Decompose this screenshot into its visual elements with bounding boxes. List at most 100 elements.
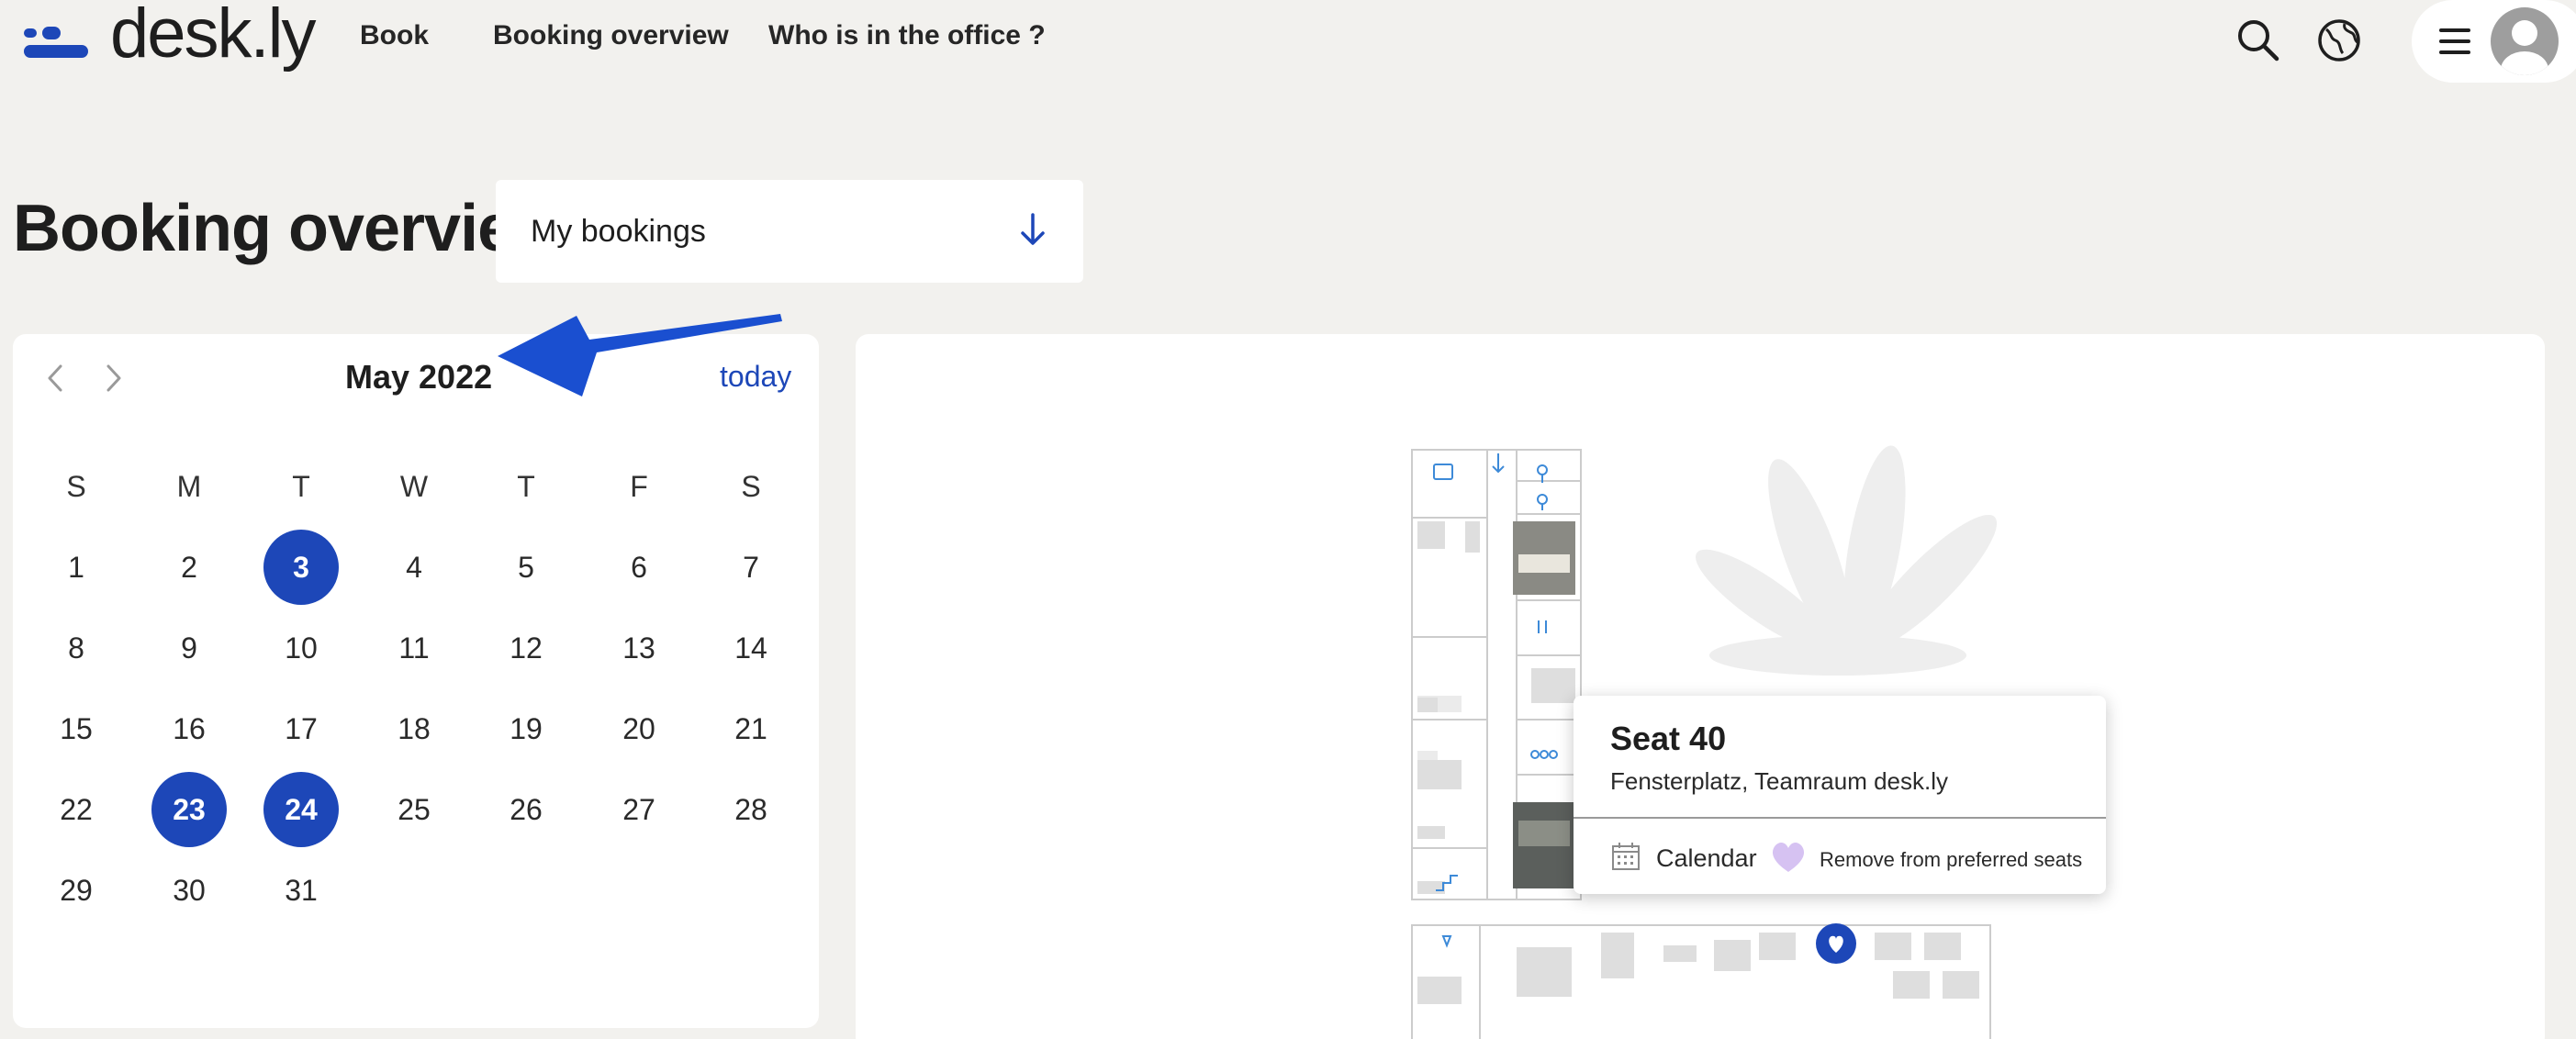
calendar-day-number: 13 [622, 631, 655, 665]
leaf-watermark-icon [1696, 445, 1998, 676]
calendar-day-number: 4 [406, 550, 422, 584]
remove-preferred-label: Remove from preferred seats [1820, 847, 2083, 871]
calendar-day[interactable]: 15 [20, 688, 132, 769]
nav-who-is-in-office[interactable]: Who is in the office ? [768, 20, 1046, 51]
calendar-day[interactable]: 26 [470, 769, 582, 850]
weekday-label: T [517, 470, 535, 503]
calendar-day[interactable]: 25 [358, 769, 470, 850]
calendar-day-number: 27 [622, 792, 655, 826]
calendar-day[interactable]: 14 [695, 608, 807, 688]
calendar-day-booked[interactable]: 23 [133, 769, 245, 850]
calendar-icon [1610, 841, 1641, 877]
calendar-day-number: 14 [734, 631, 767, 665]
remove-preferred-seat-button[interactable]: Remove from preferred seats [1770, 841, 2082, 878]
calendar-day[interactable]: 18 [358, 688, 470, 769]
calendar-day[interactable]: 22 [20, 769, 132, 850]
calendar-day-number: 17 [285, 711, 318, 745]
calendar-day-number: 26 [510, 792, 543, 826]
logo-mark-icon [24, 23, 97, 60]
calendar-day-number: 8 [68, 631, 84, 665]
calendar-day[interactable]: 30 [133, 850, 245, 931]
calendar-day[interactable]: 8 [20, 608, 132, 688]
calendar-day-number: 22 [60, 792, 93, 826]
calendar-day[interactable]: 31 [245, 850, 357, 931]
calendar-day[interactable]: 13 [583, 608, 695, 688]
seat-calendar-label: Calendar [1656, 844, 1757, 872]
search-icon[interactable] [2231, 13, 2286, 68]
calendar-day[interactable]: 11 [358, 608, 470, 688]
chevron-right-icon[interactable] [95, 360, 132, 397]
calendar-day-number: 21 [734, 711, 767, 745]
calendar-day-number: 5 [518, 550, 534, 584]
nav-book[interactable]: Book [360, 20, 429, 51]
page-title: Booking overview [13, 192, 565, 265]
calendar-day[interactable]: 21 [695, 688, 807, 769]
calendar-day-number: 20 [622, 711, 655, 745]
seat-location: Fensterplatz, Teamraum desk.ly [1610, 767, 1948, 795]
floor-plan[interactable] [856, 334, 2545, 1039]
calendar-day-booked[interactable]: 3 [245, 527, 357, 608]
calendar-day-number: 24 [263, 772, 339, 847]
calendar-day-number: 10 [285, 631, 318, 665]
seat-popup: Seat 40 Fensterplatz, Teamraum desk.ly C… [1574, 696, 2106, 894]
weekday-label: S [66, 470, 86, 503]
calendar-day-number: 16 [173, 711, 206, 745]
calendar-day[interactable]: 10 [245, 608, 357, 688]
calendar-day[interactable]: 1 [20, 527, 132, 608]
chevron-left-icon[interactable] [37, 360, 73, 397]
nav-booking-overview[interactable]: Booking overview [493, 20, 729, 51]
brand-name: desk.ly [110, 0, 317, 73]
calendar-day[interactable]: 19 [470, 688, 582, 769]
seat-calendar-button[interactable]: Calendar [1610, 841, 1757, 877]
calendar-day[interactable]: 28 [695, 769, 807, 850]
arrow-down-icon [1017, 211, 1048, 252]
calendar-day-number: 11 [398, 631, 430, 665]
calendar-day-number: 18 [398, 711, 431, 745]
logo[interactable]: desk.ly [24, 0, 317, 83]
calendar-day[interactable]: 17 [245, 688, 357, 769]
calendar-day[interactable]: 29 [20, 850, 132, 931]
popup-divider [1574, 817, 2106, 819]
user-menu[interactable] [2412, 0, 2576, 83]
calendar-day[interactable]: 5 [470, 527, 582, 608]
calendar-day[interactable]: 9 [133, 608, 245, 688]
calendar-day-number: 23 [151, 772, 227, 847]
calendar-day-number: 25 [398, 792, 431, 826]
calendar-day[interactable]: 7 [695, 527, 807, 608]
month-label: May 2022 [345, 358, 493, 396]
user-avatar-icon[interactable] [2491, 7, 2559, 75]
today-button[interactable]: today [720, 360, 791, 394]
calendar-day-number: 2 [181, 550, 197, 584]
heart-icon [1770, 841, 1807, 878]
globe-icon[interactable] [2312, 13, 2367, 68]
calendar-day-number: 31 [285, 873, 318, 907]
calendar-day[interactable]: 2 [133, 527, 245, 608]
calendar-day-number: 3 [263, 530, 339, 605]
calendar-day-number: 9 [181, 631, 197, 665]
calendar-day[interactable]: 20 [583, 688, 695, 769]
calendar-day-number: 15 [60, 711, 93, 745]
calendar-day-number: 1 [68, 550, 84, 584]
hamburger-menu-icon[interactable] [2439, 28, 2470, 54]
weekday-label: W [399, 470, 429, 503]
floor-plan-card [856, 334, 2545, 1039]
booking-filter-value: My bookings [531, 213, 706, 249]
calendar-day-number: 29 [60, 873, 93, 907]
calendar-day[interactable]: 6 [583, 527, 695, 608]
seat-title: Seat 40 [1610, 720, 1727, 757]
weekday-label: T [292, 470, 310, 503]
calendar-day-number: 12 [510, 631, 543, 665]
calendar-day-booked[interactable]: 24 [245, 769, 357, 850]
booking-filter-select[interactable]: My bookings [496, 180, 1083, 283]
calendar-day-number: 30 [173, 873, 206, 907]
weekday-label: M [176, 470, 202, 503]
calendar-day-number: 7 [743, 550, 759, 584]
calendar-day-number: 6 [631, 550, 647, 584]
calendar-day-number: 28 [734, 792, 767, 826]
calendar-day[interactable]: 4 [358, 527, 470, 608]
weekday-label: F [630, 470, 648, 503]
calendar-day[interactable]: 16 [133, 688, 245, 769]
calendar-day[interactable]: 27 [583, 769, 695, 850]
calendar-day[interactable]: 12 [470, 608, 582, 688]
booked-seat-marker [1816, 923, 1856, 964]
